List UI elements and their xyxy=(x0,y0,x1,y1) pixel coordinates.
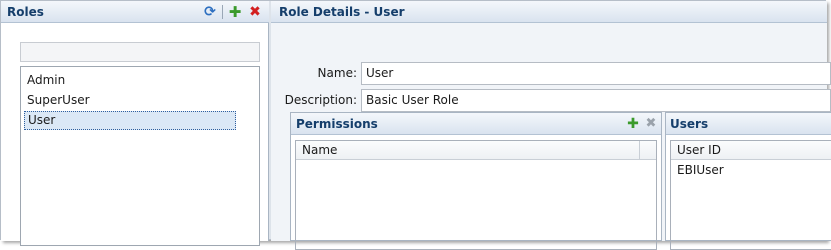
roles-list: Admin SuperUser User xyxy=(20,66,260,246)
description-label: Description: xyxy=(284,93,357,107)
app-window: Roles ⟳ ✚ ✖ Admin SuperUser User Role De… xyxy=(0,0,831,250)
add-role-icon[interactable]: ✚ xyxy=(227,4,243,20)
name-field[interactable]: User xyxy=(361,62,831,85)
permissions-panel: Permissions ✚ ✖ Name xyxy=(290,112,662,250)
toolbar-separator xyxy=(222,5,223,19)
role-details-panel: Role Details - User Name: User Descripti… xyxy=(271,1,831,250)
description-field[interactable]: Basic User Role xyxy=(361,89,831,112)
role-details-title: Role Details - User xyxy=(279,5,405,19)
roles-panel: Roles ⟳ ✚ ✖ Admin SuperUser User xyxy=(1,1,269,246)
column-header-user-id[interactable]: User ID xyxy=(671,141,831,160)
users-panel: Users User ID EBIUser xyxy=(665,112,831,250)
users-table: User ID EBIUser xyxy=(670,140,831,250)
users-title: Users xyxy=(670,117,709,131)
role-item-user[interactable]: User xyxy=(24,111,236,130)
table-row-user[interactable]: EBIUser xyxy=(677,161,724,180)
role-item-admin[interactable]: Admin xyxy=(24,71,236,90)
users-header: Users xyxy=(666,113,831,135)
roles-filter-input[interactable] xyxy=(20,42,260,62)
column-header-filler xyxy=(640,141,656,160)
permissions-header: Permissions ✚ ✖ xyxy=(291,113,661,135)
add-permission-icon[interactable]: ✚ xyxy=(625,116,641,132)
remove-permission-icon[interactable]: ✖ xyxy=(643,116,659,132)
name-label: Name: xyxy=(317,66,357,80)
roles-panel-body: Admin SuperUser User xyxy=(1,23,269,246)
delete-role-icon[interactable]: ✖ xyxy=(247,4,263,20)
column-header-name[interactable]: Name xyxy=(296,141,640,160)
role-item-superuser[interactable]: SuperUser xyxy=(24,91,236,110)
permissions-title: Permissions xyxy=(296,117,378,131)
roles-panel-title: Roles xyxy=(7,5,44,19)
refresh-icon[interactable]: ⟳ xyxy=(202,4,218,20)
role-details-header: Role Details - User xyxy=(271,1,827,23)
roles-panel-header: Roles ⟳ ✚ ✖ xyxy=(1,1,269,23)
permissions-table: Name xyxy=(295,140,657,250)
